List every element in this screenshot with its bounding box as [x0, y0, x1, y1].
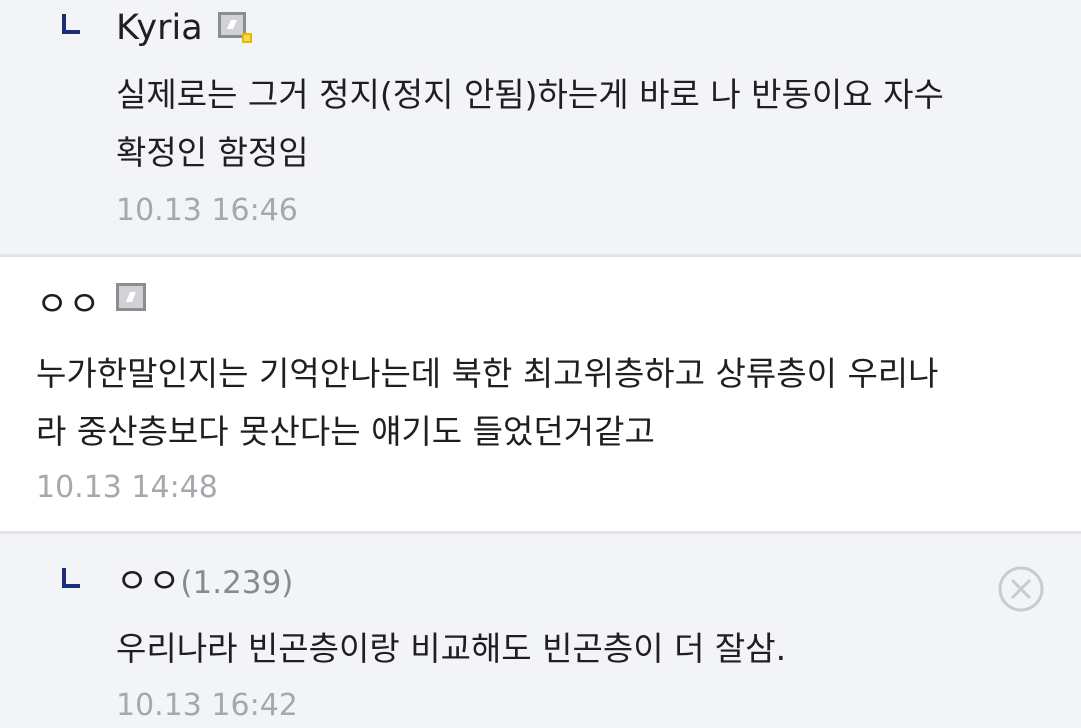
delete-button[interactable] [998, 566, 1044, 612]
comment-timestamp: 10.13 14:48 [36, 470, 218, 505]
comment-author[interactable]: ㅇㅇ [36, 285, 100, 325]
comment-text-line: 확정인 함정임 [116, 133, 309, 172]
reply-arrow-icon [62, 14, 80, 34]
reply-arrow-icon [62, 568, 80, 588]
comment-author[interactable]: ㅇㅇ(1.239) [116, 562, 293, 603]
comment-item: ㅇㅇ 누가한말인지는 기억안나는데 북한 최고위층하고 상류층이 우리나 라 중… [0, 257, 1081, 531]
comment-text-line: 실제로는 그거 정지(정지 안됨)하는게 바로 나 반동이요 자수 [116, 75, 944, 114]
comment-text-line: 라 중산층보다 못산다는 얘기도 들었던거같고 [36, 412, 655, 451]
reply-item: ㅇㅇ(1.239) 우리나라 빈곤층이랑 비교해도 빈곤층이 더 잘삼. 10.… [0, 534, 1081, 728]
comment-author[interactable]: Kyria [116, 8, 203, 48]
comment-timestamp: 10.13 16:42 [116, 688, 298, 723]
comment-timestamp: 10.13 16:46 [116, 193, 298, 228]
comment-text: 실제로는 그거 정지(정지 안됨)하는게 바로 나 반동이요 자수 확정인 함정… [116, 66, 1056, 182]
comment-text-line: 누가한말인지는 기억안나는데 북한 최고위층하고 상류층이 우리나 [36, 354, 939, 393]
comment-text: 누가한말인지는 기억안나는데 북한 최고위층하고 상류층이 우리나 라 중산층보… [36, 345, 1066, 461]
reply-item: Kyria 실제로는 그거 정지(정지 안됨)하는게 바로 나 반동이요 자수 … [0, 0, 1081, 254]
fixed-nick-icon [116, 283, 148, 317]
close-circle-icon[interactable] [998, 566, 1044, 612]
comment-text: 우리나라 빈곤층이랑 비교해도 빈곤층이 더 잘삼. [116, 620, 1056, 678]
author-name[interactable]: Kyria [116, 8, 203, 48]
author-name[interactable]: ㅇㅇ [36, 285, 100, 325]
author-ip: (1.239) [180, 565, 294, 601]
comment-list: Kyria 실제로는 그거 정지(정지 안됨)하는게 바로 나 반동이요 자수 … [0, 0, 1081, 728]
author-name[interactable]: ㅇㅇ [116, 562, 180, 602]
fixed-nick-icon [218, 12, 254, 48]
comment-text-line: 우리나라 빈곤층이랑 비교해도 빈곤층이 더 잘삼. [116, 629, 787, 668]
